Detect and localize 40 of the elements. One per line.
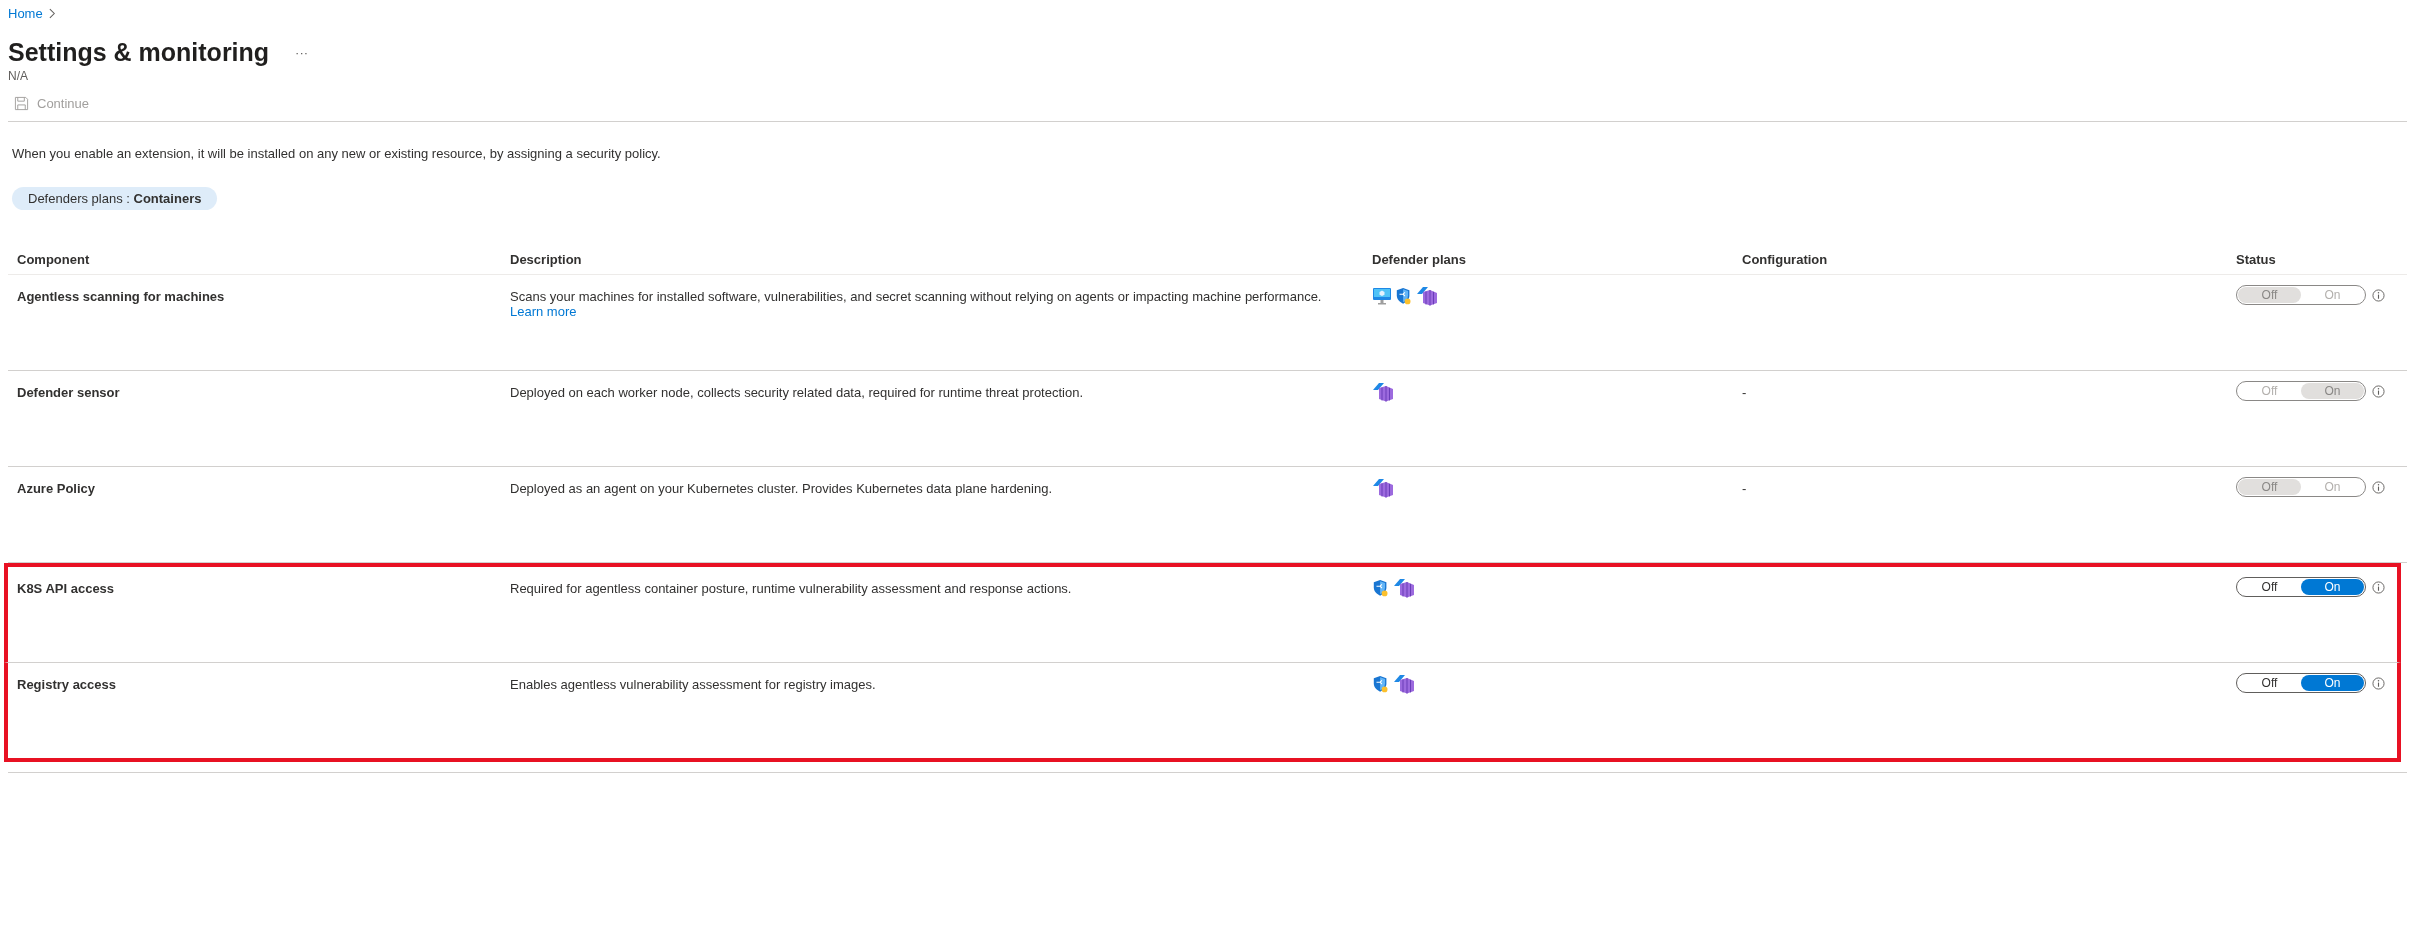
- description-text: Enables agentless vulnerability assessment for registry images.: [510, 677, 876, 692]
- container-icon: [1393, 674, 1415, 694]
- info-icon[interactable]: [2372, 384, 2385, 398]
- description-text: Required for agentless container posture, runtime vulnerability assessment and response actions.: [510, 581, 1072, 596]
- shield-icon: [1395, 286, 1413, 306]
- configuration-value: -: [1742, 385, 1747, 400]
- component-name: Azure Policy: [17, 481, 96, 496]
- info-icon[interactable]: [2372, 480, 2385, 494]
- container-icon: [1416, 286, 1438, 306]
- description-text: Scans your machines for installed software, vulnerabilities, and secret scanning without relying on agents or impacting machine performance. Learn more: [510, 289, 1322, 319]
- monitor-icon: [1372, 286, 1392, 306]
- info-icon[interactable]: [2372, 288, 2385, 302]
- description-text: Deployed as an agent on your Kubernetes cluster. Provides Kubernetes data plane hardening.: [510, 481, 1053, 496]
- info-text: When you enable an extension, it will be installed on any new or existing resource, by assigning a security policy.: [12, 146, 662, 161]
- info-icon[interactable]: [2372, 676, 2385, 690]
- breadcrumb-link[interactable]: Home: [8, 5, 43, 21]
- column-header: Status: [2235, 251, 2277, 267]
- filter-pill[interactable]: Defenders plans : Containers: [12, 187, 218, 210]
- component-name: Registry access: [17, 677, 116, 692]
- info-icon[interactable]: [2372, 580, 2385, 594]
- save-icon: [14, 95, 29, 111]
- column-header: Configuration: [1741, 251, 1829, 267]
- column-header: Component: [16, 251, 91, 267]
- container-icon: [1393, 578, 1415, 598]
- chevron-right-icon: [48, 7, 56, 19]
- shield-icon: [1372, 674, 1390, 694]
- component-name: Agentless scanning for machines: [17, 289, 225, 304]
- configuration-value: -: [1742, 481, 1747, 496]
- page-title: Settings & monitoring: [8, 37, 270, 68]
- learn-more-link[interactable]: Learn more: [510, 304, 577, 319]
- container-icon: [1372, 382, 1394, 402]
- page-subtitle: N/A: [8, 69, 29, 83]
- shield-icon: [1372, 578, 1390, 598]
- container-icon: [1372, 478, 1394, 498]
- column-header: Defender plans: [1371, 251, 1467, 267]
- component-name: K8S API access: [17, 581, 115, 596]
- more-button[interactable]: ···: [289, 44, 315, 60]
- component-name: Defender sensor: [17, 385, 120, 400]
- description-text: Deployed on each worker node, collects security related data, required for runtime threat protection.: [510, 385, 1084, 400]
- column-header: Description: [509, 251, 583, 267]
